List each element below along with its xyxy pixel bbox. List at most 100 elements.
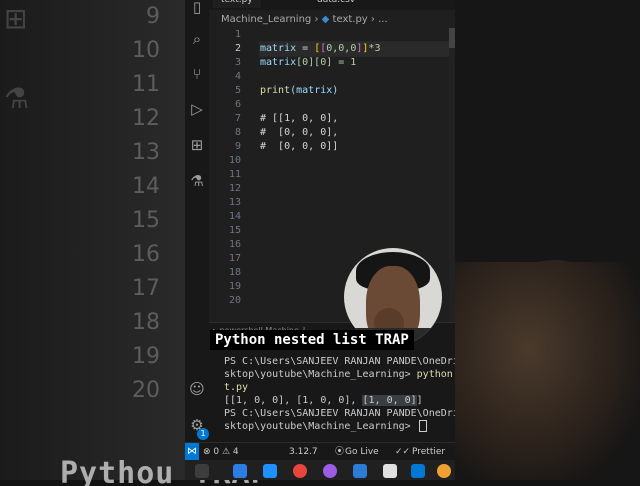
python-file-icon: ◆ [321, 14, 330, 25]
tab-data-csv[interactable]: data.csv [309, 0, 363, 8]
line-number-current: 2 [234, 43, 241, 54]
copilot-icon[interactable] [323, 464, 337, 478]
terminal-output: PS C:\Users\SANJEEV RANJAN PANDE\OneDriv… [224, 355, 455, 433]
line-number: 12 [228, 183, 241, 194]
terminal-prompt: sktop\youtube\Machine_Learning> [224, 421, 417, 432]
terminal-line: t.py [224, 382, 249, 393]
terminal-cursor [418, 420, 427, 432]
bg-flask-icon: ⚗ [4, 82, 30, 115]
code-line-9: # [0, 0, 0]] [260, 141, 339, 152]
go-live-button[interactable]: Go Live [345, 446, 379, 458]
accounts-badge: 1 [197, 428, 209, 440]
terminal-line: PS C:\Users\SANJEEV RANJAN PANDE\OneDriv… [224, 356, 455, 367]
line-number: 9 [234, 141, 241, 152]
bg-line-number: 18 [132, 310, 160, 335]
tab-text-py[interactable]: text.py [213, 0, 261, 8]
windows-taskbar [185, 460, 455, 480]
terminal-line: sktop\youtube\Machine_Learning> python .… [224, 368, 455, 381]
line-number: 3 [234, 57, 241, 68]
code-line-8: # [0, 0, 0], [260, 127, 339, 138]
code-line-5: print(matrix) [260, 84, 450, 98]
source-control-icon[interactable]: ⑂ [185, 63, 209, 85]
code-token: *3 [368, 43, 381, 54]
line-number: 19 [228, 281, 241, 292]
terminal-output-text: [[1, 0, 0], [1, 0, 0], [224, 395, 363, 406]
code-token: 0,0,0 [326, 43, 357, 54]
code-token: = [296, 43, 315, 54]
breadcrumb-file[interactable]: text.py [333, 14, 368, 25]
problems-indicator[interactable]: ⊗ 0 ⚠ 4 [203, 446, 239, 458]
line-number: 11 [228, 169, 241, 180]
file-explorer-icon[interactable] [195, 464, 209, 478]
code-token: = 1 [332, 57, 357, 68]
bg-line-number: 17 [132, 276, 160, 301]
breadcrumb-more[interactable]: › ... [371, 14, 388, 25]
line-number: 14 [228, 211, 241, 222]
activity-bar: ▯ ⌕ ⑂ ▷ ⊞ ⚗ ☺ ⚙ 1 [185, 0, 209, 442]
bg-line-number: 10 [132, 38, 160, 63]
python-version[interactable]: 3.12.7 [289, 446, 318, 458]
store-icon[interactable] [263, 464, 277, 478]
line-number: 7 [234, 113, 241, 124]
run-debug-icon[interactable]: ▷ [185, 98, 209, 120]
line-number: 20 [228, 295, 241, 306]
check-icon: ✓✓ [395, 447, 411, 457]
breadcrumb: Machine_Learning › ◆ text.py › ... [221, 12, 388, 28]
bg-line-number: 20 [132, 378, 160, 403]
bg-line-number: 13 [132, 140, 160, 165]
line-number: 15 [228, 225, 241, 236]
testing-icon[interactable]: ⚗ [185, 170, 209, 192]
bg-extensions-icon: ⊞ [4, 2, 28, 35]
notepad-icon[interactable] [383, 464, 397, 478]
edge-icon[interactable] [233, 464, 247, 478]
code-line-7: # [[1, 0, 0], [260, 113, 339, 124]
code-token: (matrix) [290, 85, 339, 96]
account-icon[interactable]: ☺ [185, 378, 209, 400]
line-number: 1 [234, 29, 241, 40]
go-live-icon: ⦿ [335, 447, 345, 457]
files-icon[interactable]: ▯ [185, 0, 209, 18]
line-number: 18 [228, 267, 241, 278]
line-number: 8 [234, 127, 241, 138]
line-number: 16 [228, 239, 241, 250]
code-token: [0][0] [296, 57, 333, 68]
code-token: matrix [260, 57, 297, 68]
remote-icon[interactable]: ⋈ [185, 443, 199, 461]
bg-line-number: 11 [132, 72, 160, 97]
prettier-button[interactable]: Prettier [412, 446, 445, 458]
status-bar: ⋈ ⊗ 0 ⚠ 4 3.12.7 ⦿ Go Live ✓✓ Prettier [185, 442, 455, 461]
background-person-blur [455, 262, 640, 480]
background-line-numbers: 9 10 11 12 13 14 15 16 17 18 19 20 [100, 0, 160, 480]
bg-line-number: 15 [132, 208, 160, 233]
tab-bar: text.py data.csv [209, 0, 455, 10]
line-number: 10 [228, 155, 241, 166]
terminal-line: [[1, 0, 0], [1, 0, 0], [1, 0, 0]] [224, 394, 455, 407]
line-number: 6 [234, 99, 241, 110]
code-lines: matrix = [[0,0,0]]*3 matrix[0][0] = 1 pr… [259, 28, 451, 154]
outlook-icon[interactable] [353, 464, 367, 478]
chrome-icon[interactable] [293, 464, 307, 478]
extensions-icon[interactable]: ⊞ [185, 134, 209, 156]
breadcrumb-folder[interactable]: Machine_Learning [221, 14, 311, 25]
vscode-icon[interactable] [411, 464, 425, 478]
line-number: 13 [228, 197, 241, 208]
line-number: 17 [228, 253, 241, 264]
code-line-3: matrix[0][0] = 1 [260, 56, 450, 70]
line-number-gutter: 1 2 3 4 5 6 7 8 9 10 11 12 13 14 15 16 1… [209, 28, 241, 308]
code-token: print [260, 85, 291, 96]
app-icon[interactable] [437, 464, 451, 478]
editor-scrollbar[interactable] [449, 28, 455, 328]
terminal-line: PS C:\Users\SANJEEV RANJAN PANDE\OneDriv… [224, 408, 455, 419]
code-line-2: matrix = [[0,0,0]]*3 [259, 41, 451, 57]
editor-scrollbar-thumb[interactable] [449, 28, 455, 48]
terminal-selection: [1, 0, 0] [362, 395, 417, 406]
search-icon[interactable]: ⌕ [185, 28, 209, 50]
bg-line-number: 19 [132, 344, 160, 369]
terminal-command: python .\tex [416, 369, 455, 380]
line-number: 4 [234, 71, 241, 82]
bg-line-number: 12 [132, 106, 160, 131]
terminal-prompt: sktop\youtube\Machine_Learning> [224, 369, 417, 380]
